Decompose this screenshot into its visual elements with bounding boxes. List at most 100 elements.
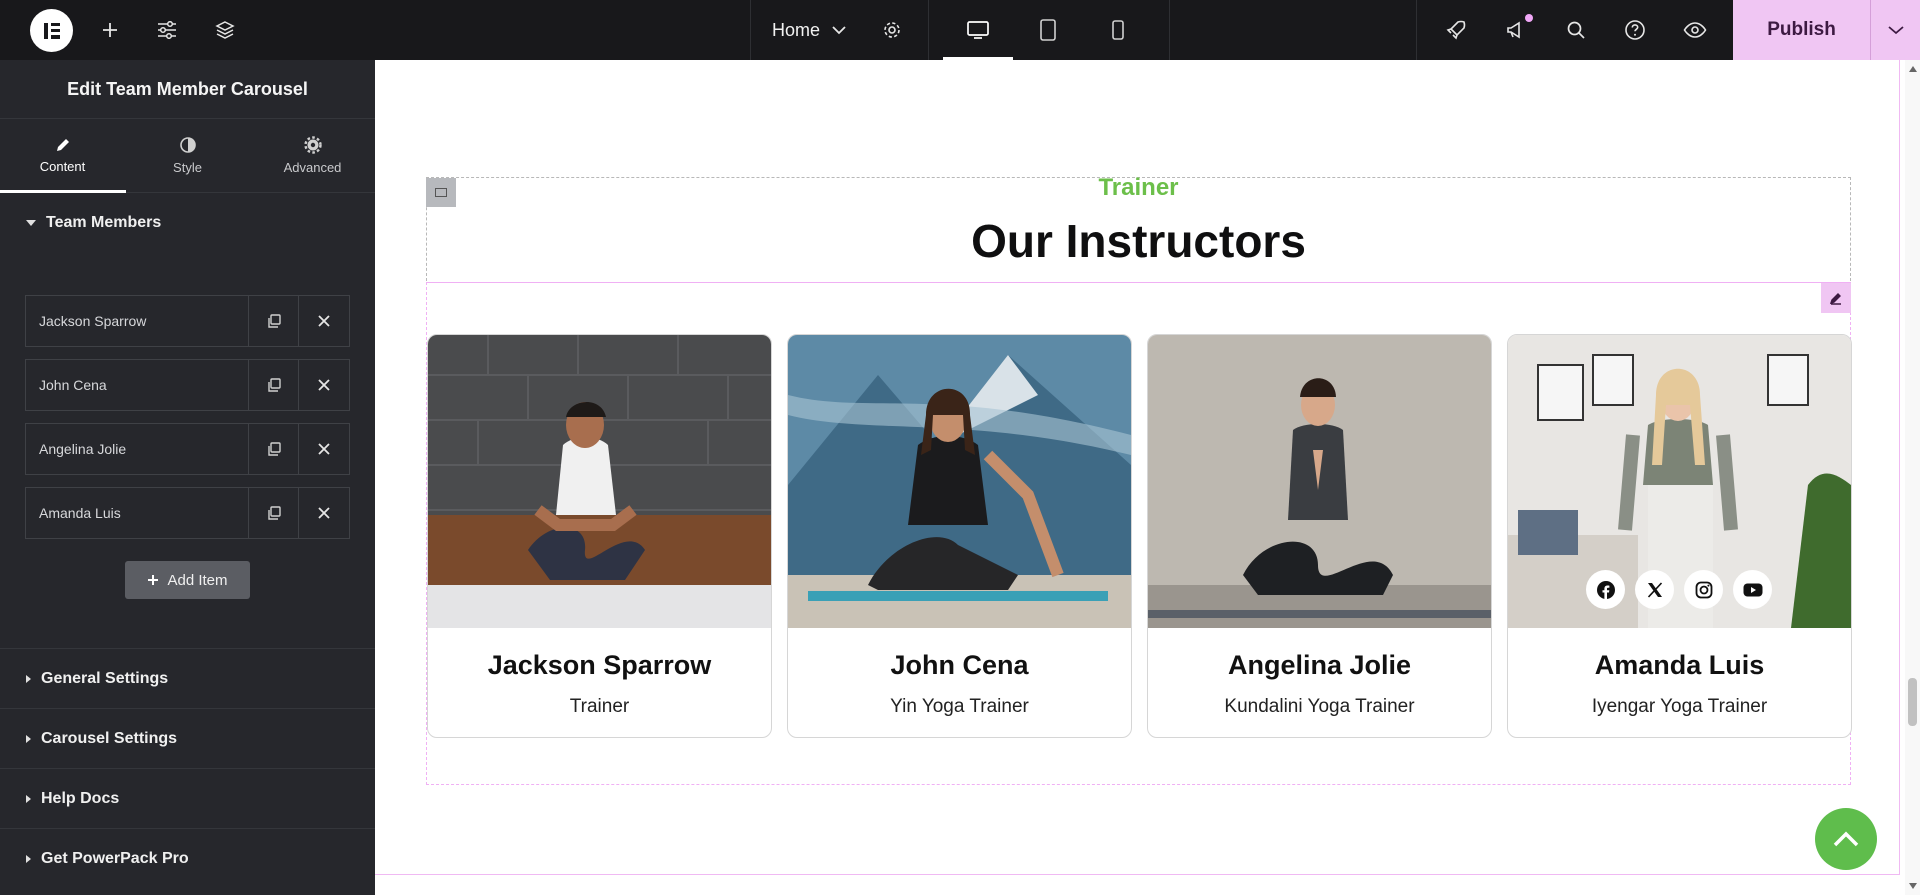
section-help-docs[interactable]: Help Docs	[0, 768, 375, 828]
member-name: Angelina Jolie	[1227, 650, 1412, 680]
member-name: John Cena	[890, 650, 1029, 680]
device-tablet-button[interactable]	[1013, 0, 1083, 60]
divider	[1169, 0, 1170, 60]
repeater-item[interactable]: Amanda Luis	[25, 487, 350, 539]
repeater-item-title[interactable]: John Cena	[26, 360, 249, 410]
canvas-scrollbar[interactable]	[1905, 60, 1920, 895]
launchpad-button[interactable]	[1436, 0, 1476, 60]
divider	[928, 0, 929, 60]
scroll-down-arrow-icon[interactable]	[1909, 883, 1917, 889]
caret-right-icon	[26, 674, 31, 683]
add-element-button[interactable]	[90, 0, 130, 60]
caret-down-icon	[26, 220, 36, 226]
team-member-card[interactable]: Amanda Luis Iyengar Yoga Trainer	[1507, 334, 1852, 738]
tab-advanced[interactable]: Advanced	[250, 119, 375, 192]
site-settings-button[interactable]	[147, 0, 187, 60]
x-twitter-icon	[1647, 581, 1662, 598]
close-icon	[318, 507, 330, 519]
add-icon	[103, 23, 117, 37]
section-label: Get PowerPack Pro	[41, 849, 189, 867]
section-carousel-settings[interactable]: Carousel Settings	[0, 708, 375, 768]
repeater-item[interactable]: Angelina Jolie	[25, 423, 350, 475]
team-member-card[interactable]: Jackson Sparrow Trainer	[427, 334, 772, 738]
divider	[1416, 0, 1417, 60]
gear-icon	[303, 136, 322, 154]
section-get-powerpack-pro[interactable]: Get PowerPack Pro	[0, 828, 375, 888]
repeater-item-title[interactable]: Angelina Jolie	[26, 424, 249, 474]
scroll-thumb[interactable]	[1908, 678, 1917, 726]
remove-item-button[interactable]	[299, 360, 349, 410]
section-general-settings[interactable]: General Settings	[0, 648, 375, 708]
facebook-link[interactable]	[1586, 570, 1625, 609]
search-button[interactable]	[1556, 0, 1596, 60]
caret-right-icon	[26, 734, 31, 743]
repeater-item-title[interactable]: Amanda Luis	[26, 488, 249, 538]
section-title: Our Instructors	[971, 215, 1306, 267]
x-twitter-link[interactable]	[1635, 570, 1674, 609]
edit-widget-button[interactable]	[1821, 283, 1851, 313]
member-name: Amanda Luis	[1594, 650, 1765, 680]
publish-options-button[interactable]	[1870, 0, 1920, 60]
social-links	[1586, 570, 1772, 609]
youtube-link[interactable]	[1733, 570, 1772, 609]
chevron-down-icon	[832, 26, 846, 35]
help-button[interactable]	[1615, 0, 1655, 60]
close-icon	[318, 315, 330, 327]
device-mobile-button[interactable]	[1083, 0, 1153, 60]
add-item-button[interactable]: Add Item	[125, 561, 250, 599]
tab-content[interactable]: Content	[0, 119, 126, 193]
instagram-link[interactable]	[1684, 570, 1723, 609]
member-role: Iyengar Yoga Trainer	[1591, 696, 1768, 717]
structure-layers-icon	[215, 21, 235, 39]
editor-top-bar: Home Publish	[0, 0, 1920, 60]
page-settings-button[interactable]	[872, 0, 912, 60]
section-subtitle: Trainer	[1098, 174, 1179, 201]
panel-sections: General Settings Carousel Settings Help …	[0, 648, 375, 888]
repeater-item[interactable]: John Cena	[25, 359, 350, 411]
team-members-section-toggle[interactable]: Team Members	[0, 193, 375, 253]
section-label: Carousel Settings	[41, 729, 178, 747]
member-role: Yin Yoga Trainer	[890, 696, 1029, 717]
remove-item-button[interactable]	[299, 296, 349, 346]
duplicate-item-button[interactable]	[249, 360, 299, 410]
close-icon	[318, 379, 330, 391]
page-settings-gear-icon	[884, 22, 900, 38]
repeater-item-title[interactable]: Jackson Sparrow	[26, 296, 249, 346]
duplicate-item-button[interactable]	[249, 488, 299, 538]
preview-button[interactable]	[1675, 0, 1715, 60]
tab-style[interactable]: Style	[125, 119, 250, 192]
contrast-icon	[179, 137, 196, 153]
publish-button[interactable]: Publish	[1733, 0, 1870, 60]
elementor-logo-icon[interactable]	[30, 9, 73, 52]
duplicate-item-button[interactable]	[249, 296, 299, 346]
member-role: Trainer	[569, 696, 630, 717]
search-icon	[1567, 21, 1585, 39]
back-to-top-button[interactable]	[1815, 808, 1877, 870]
device-desktop-button[interactable]	[943, 0, 1013, 60]
repeater-item[interactable]: Jackson Sparrow	[25, 295, 350, 347]
team-member-card[interactable]: Angelina Jolie Kundalini Yoga Trainer	[1147, 334, 1492, 738]
section-title: Team Members	[46, 214, 162, 231]
team-member-card[interactable]: John Cena Yin Yoga Trainer	[787, 334, 1132, 738]
close-icon	[318, 443, 330, 455]
whats-new-button[interactable]	[1496, 0, 1536, 60]
duplicate-item-button[interactable]	[249, 424, 299, 474]
page-name: Home	[772, 19, 821, 40]
section-label: Help Docs	[41, 789, 120, 807]
preview-eye-icon	[1683, 22, 1707, 38]
page-selector[interactable]: Home	[750, 0, 846, 60]
scroll-up-arrow-icon[interactable]	[1909, 66, 1917, 72]
add-icon	[148, 575, 159, 585]
member-photo	[788, 335, 1131, 628]
chevron-down-icon	[1887, 26, 1904, 35]
structure-button[interactable]	[205, 0, 245, 60]
caret-right-icon	[26, 854, 31, 863]
member-photo	[428, 335, 771, 628]
team-members-repeater: Jackson Sparrow John Cena Angelina Jolie…	[25, 295, 350, 551]
remove-item-button[interactable]	[299, 424, 349, 474]
pencil-icon	[56, 139, 69, 151]
remove-item-button[interactable]	[299, 488, 349, 538]
tab-content-label: Content	[39, 159, 86, 174]
site-settings-sliders-icon	[158, 21, 176, 39]
duplicate-icon	[267, 314, 281, 328]
